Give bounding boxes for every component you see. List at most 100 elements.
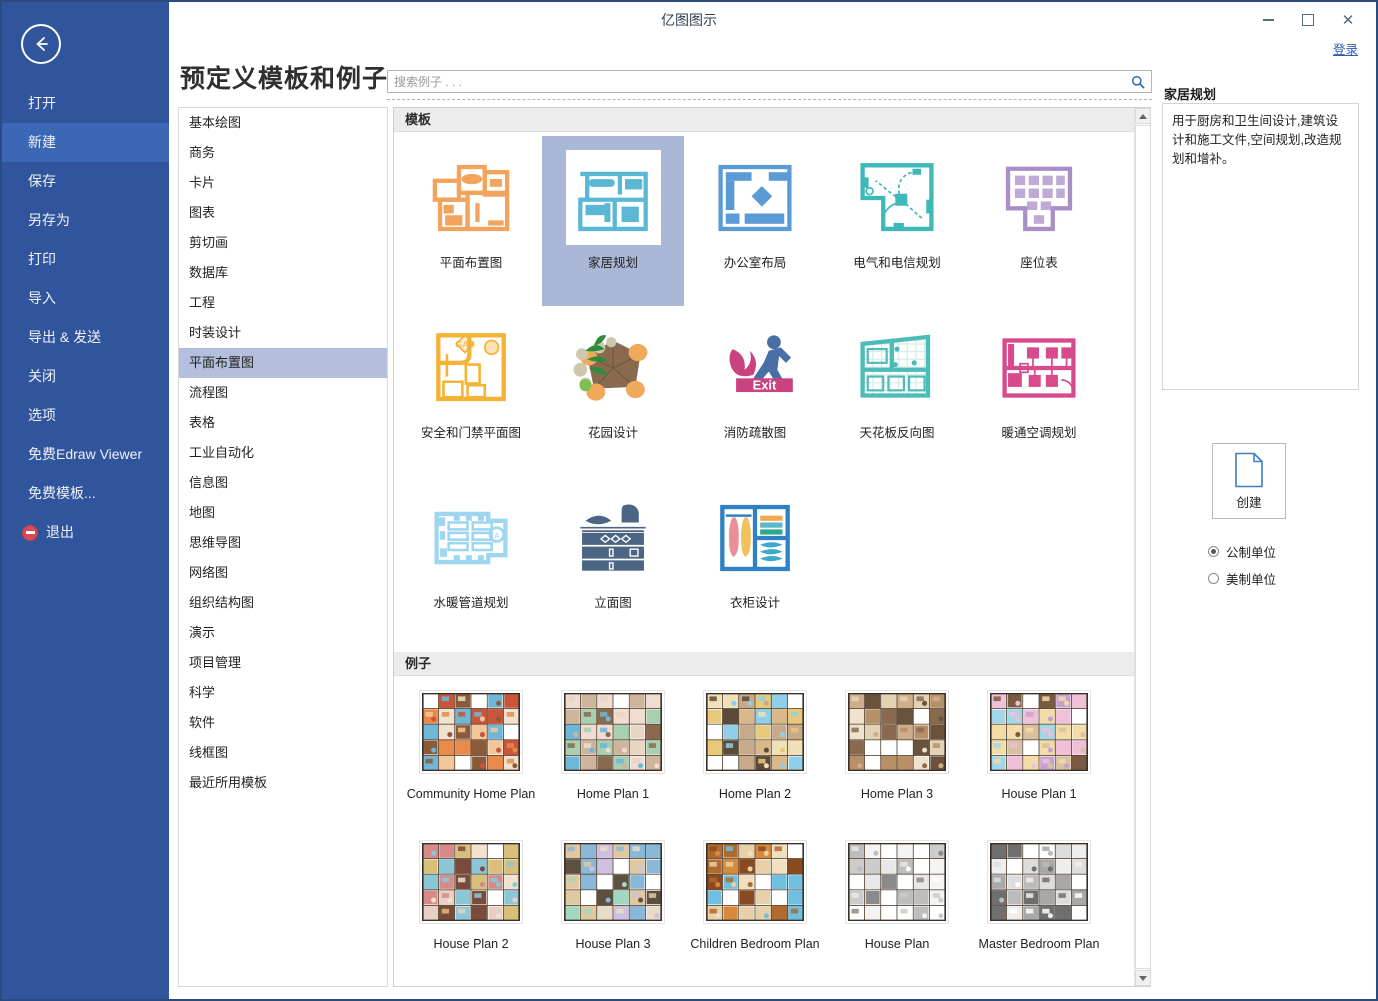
example-tile[interactable]: House Plan 2: [400, 830, 542, 980]
example-tile-label: Community Home Plan: [406, 787, 536, 801]
template-tile[interactable]: 电气和电信规划: [826, 136, 968, 306]
example-tile[interactable]: House Plan 1: [968, 680, 1110, 830]
category-item[interactable]: 组织结构图: [179, 588, 387, 618]
category-item[interactable]: 基本绘图: [179, 108, 387, 138]
rail-item-import[interactable]: 导入: [2, 279, 169, 318]
example-tile[interactable]: Children Bedroom Plan: [684, 830, 826, 980]
seating-chart-icon: [992, 150, 1087, 245]
category-item[interactable]: 信息图: [179, 468, 387, 498]
rail-item-new[interactable]: 新建: [2, 123, 169, 162]
template-tile[interactable]: 座位表: [968, 136, 1110, 306]
examples-section-header: 例子: [394, 652, 1150, 676]
category-item[interactable]: 网络图: [179, 558, 387, 588]
template-tile[interactable]: 天花板反向图: [826, 306, 968, 476]
rail-item-options[interactable]: 选项: [2, 396, 169, 435]
category-item[interactable]: 软件: [179, 708, 387, 738]
example-thumbnail: [419, 690, 523, 774]
chevron-down-icon: [1139, 975, 1147, 981]
rail-item-save-as[interactable]: 另存为: [2, 201, 169, 240]
edraw-window: 亿图图示 ✕ 打开 新建 保存 另存为 打印 导入 导出 & 发送 关闭 选项 …: [0, 0, 1378, 1001]
category-item-label: 线框图: [189, 745, 229, 760]
rail-item-free-templates[interactable]: 免费模板...: [2, 474, 169, 513]
template-tile[interactable]: Exit 消防疏散图: [684, 306, 826, 476]
category-item[interactable]: 科学: [179, 678, 387, 708]
category-item[interactable]: 线框图: [179, 738, 387, 768]
category-item[interactable]: 商务: [179, 138, 387, 168]
search-icon[interactable]: [1125, 71, 1151, 92]
rail-item-exit[interactable]: 退出: [2, 513, 169, 552]
fire-escape-icon: Exit: [708, 320, 803, 415]
category-item[interactable]: 项目管理: [179, 648, 387, 678]
create-button[interactable]: 创建: [1212, 443, 1286, 519]
category-item[interactable]: 思维导图: [179, 528, 387, 558]
example-tile[interactable]: House Plan: [826, 830, 968, 980]
example-tile[interactable]: House Plan 3: [542, 830, 684, 980]
template-tile[interactable]: 花园设计: [542, 306, 684, 476]
category-item[interactable]: 工业自动化: [179, 438, 387, 468]
elevation-icon: [566, 490, 661, 585]
template-tile[interactable]: 家居规划: [542, 136, 684, 306]
rail-item-free-edraw-viewer[interactable]: 免费Edraw Viewer: [2, 435, 169, 474]
category-item[interactable]: 工程: [179, 288, 387, 318]
search-input[interactable]: [388, 71, 1125, 92]
example-tile[interactable]: Home Plan 3: [826, 680, 968, 830]
category-item[interactable]: 流程图: [179, 378, 387, 408]
rail-item-print[interactable]: 打印: [2, 240, 169, 279]
scrollbar-thumb[interactable]: [1135, 125, 1151, 969]
rail-item-export-send[interactable]: 导出 & 发送: [2, 318, 169, 357]
template-tile[interactable]: A 水暖管道规划: [400, 476, 542, 646]
template-tile[interactable]: 立面图: [542, 476, 684, 646]
example-tile[interactable]: Home Plan 1: [542, 680, 684, 830]
template-tile[interactable]: 办公室布局: [684, 136, 826, 306]
category-item[interactable]: 平面布置图: [179, 348, 387, 378]
category-item[interactable]: 时装设计: [179, 318, 387, 348]
content-scrollbar[interactable]: [1134, 108, 1151, 986]
left-nav-rail: 打开 新建 保存 另存为 打印 导入 导出 & 发送 关闭 选项 免费Edraw…: [2, 2, 169, 999]
category-item-label: 平面布置图: [189, 355, 255, 370]
example-tile[interactable]: Home Plan 2: [684, 680, 826, 830]
example-tile[interactable]: Community Home Plan: [400, 680, 542, 830]
example-tile-label: Home Plan 1: [576, 787, 650, 801]
template-tile[interactable]: GAS 安全和门禁平面图: [400, 306, 542, 476]
templates-section-header: 模板: [394, 108, 1150, 132]
category-item[interactable]: 地图: [179, 498, 387, 528]
unit-option-metric[interactable]: 公制单位: [1208, 542, 1276, 561]
scroll-up-button[interactable]: [1135, 108, 1151, 124]
category-item[interactable]: 演示: [179, 618, 387, 648]
example-tile-label: House Plan 2: [433, 937, 509, 951]
example-tile-label: House Plan 3: [575, 937, 651, 951]
example-tile[interactable]: Master Bedroom Plan: [968, 830, 1110, 980]
category-item[interactable]: 剪切画: [179, 228, 387, 258]
maximize-button[interactable]: [1288, 5, 1328, 35]
category-item[interactable]: 最近所用模板: [179, 768, 387, 798]
new-document-icon: [1235, 452, 1263, 487]
rail-item-close[interactable]: 关闭: [2, 357, 169, 396]
template-tile-label: 办公室布局: [723, 256, 787, 270]
template-tile[interactable]: 平面布置图: [400, 136, 542, 306]
radio-metric-icon: [1208, 546, 1219, 557]
back-button[interactable]: [21, 24, 61, 64]
template-tile[interactable]: 暖通空调规划: [968, 306, 1110, 476]
back-arrow-icon: [36, 37, 48, 51]
template-tile-label: 天花板反向图: [859, 426, 935, 440]
minimize-button[interactable]: [1248, 5, 1288, 35]
category-item[interactable]: 卡片: [179, 168, 387, 198]
example-thumbnail: [987, 840, 1091, 924]
category-item-label: 网络图: [189, 565, 229, 580]
scroll-down-button[interactable]: [1135, 970, 1151, 986]
rail-item-save[interactable]: 保存: [2, 162, 169, 201]
category-item[interactable]: 表格: [179, 408, 387, 438]
search-box: [387, 70, 1152, 93]
template-tile[interactable]: 衣柜设计: [684, 476, 826, 646]
example-thumbnail: [561, 840, 665, 924]
category-item[interactable]: 图表: [179, 198, 387, 228]
close-button[interactable]: ✕: [1328, 5, 1368, 35]
unit-option-imperial[interactable]: 美制单位: [1208, 569, 1276, 588]
category-item[interactable]: 数据库: [179, 258, 387, 288]
signin-link[interactable]: 登录: [1333, 39, 1358, 58]
rail-item-open[interactable]: 打开: [2, 84, 169, 123]
template-tile-label: 电气和电信规划: [853, 256, 941, 270]
category-item-label: 基本绘图: [189, 115, 242, 130]
plumbing-plan-icon: A: [424, 490, 519, 585]
reflected-ceiling-icon: [850, 320, 945, 415]
